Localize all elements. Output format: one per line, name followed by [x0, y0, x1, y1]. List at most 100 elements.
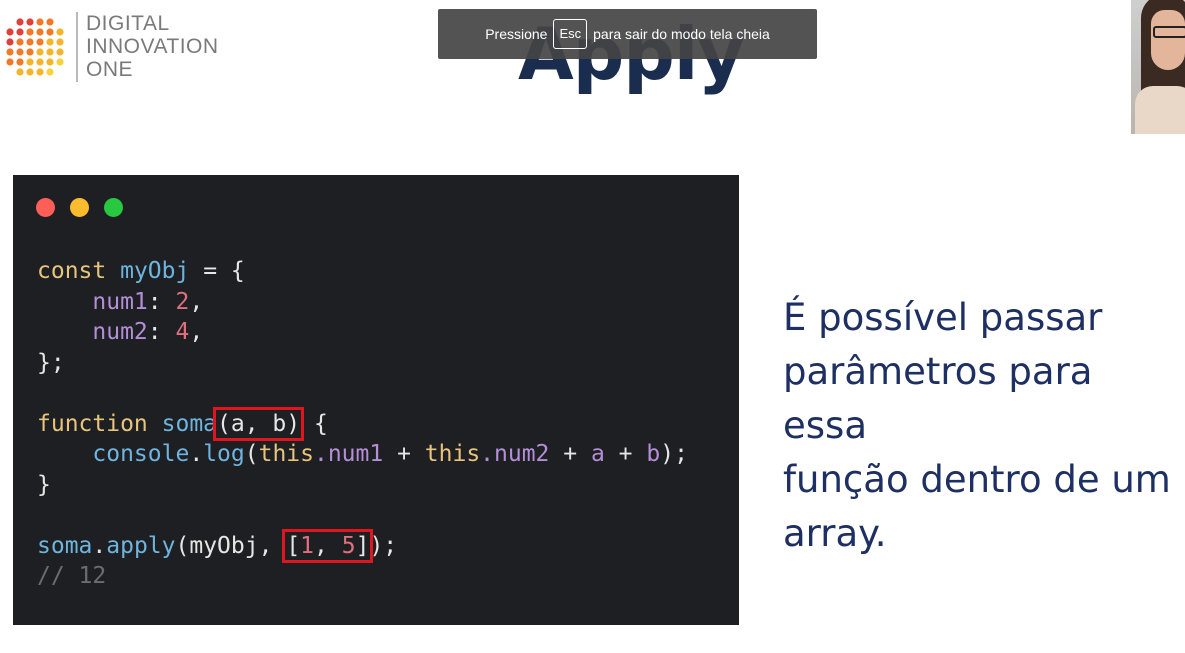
esc-key-badge: Esc [553, 19, 588, 49]
highlighted-array: [1, 5] [282, 528, 374, 563]
code-number: 5 [341, 532, 356, 559]
slide-description: É possível passar parâmetros para essa f… [783, 291, 1183, 561]
code-property: .num1 [313, 441, 384, 467]
logo-dot [36, 48, 44, 56]
logo-dot [26, 58, 34, 66]
code-punct: ] [355, 532, 370, 559]
code-keyword: this [258, 441, 314, 467]
logo-dot [36, 38, 44, 46]
logo-dot [36, 58, 44, 66]
logo-dot [56, 38, 64, 46]
logo-dot [16, 18, 24, 26]
logo-dot [46, 58, 54, 66]
logo-dot [46, 38, 54, 46]
logo-dot [56, 48, 64, 56]
code-punct: [ [286, 532, 301, 559]
code-line-3: num2: 4, [92, 319, 203, 345]
code-snippet-panel: const myObj = { num1: 2, num2: 4, }; fun… [13, 175, 739, 625]
logo-dot [46, 68, 54, 76]
description-line-1: É possível passar [783, 296, 1103, 339]
code-property: .num2 [480, 441, 550, 467]
code-punct: ( [244, 441, 259, 467]
description-line-3: função dentro de um [783, 458, 1171, 501]
code-variable: a [590, 441, 605, 467]
logo-text: DIGITAL INNOVATION ONE [86, 12, 219, 81]
description-line-4: array. [783, 512, 887, 555]
code-punct: . [189, 441, 204, 467]
window-minimize-dot-icon [70, 198, 89, 217]
logo-dot [56, 58, 64, 66]
code-keyword: this [424, 441, 481, 467]
logo-dot [6, 58, 14, 66]
code-punct: = { [189, 258, 245, 284]
logo-dot [46, 48, 54, 56]
toast-text-after: para sair do modo tela cheia [593, 26, 770, 42]
logo-line-1: DIGITAL [86, 12, 170, 35]
logo-dot [16, 38, 24, 46]
code-line-1: const myObj = { [37, 258, 245, 284]
code-line-8: } [37, 471, 51, 498]
logo-dot [16, 68, 24, 76]
code-operator: + [604, 441, 647, 467]
code-punct: ); [369, 532, 398, 559]
code-identifier: console [92, 441, 190, 467]
code-punct: , [189, 288, 204, 315]
code-property: num2 [92, 319, 148, 345]
code-punct: : [147, 288, 176, 315]
code-keyword: function [37, 410, 148, 437]
logo-dot [26, 28, 34, 36]
logo-dots-icon [6, 18, 64, 76]
logo-dot [56, 28, 64, 36]
logo-line-2: INNOVATION [86, 35, 219, 58]
webcam-presenter-body [1135, 86, 1185, 134]
logo-dot [16, 28, 24, 36]
code-argument: myObj [189, 532, 259, 559]
code-punct: ); [660, 441, 688, 467]
logo-dot [36, 18, 44, 26]
logo-dot [26, 38, 34, 46]
webcam-presenter-face [1151, 10, 1185, 70]
webcam-presenter-glasses [1153, 26, 1185, 38]
logo-dot [36, 28, 44, 36]
code-number: 1 [300, 532, 315, 559]
logo-dot [46, 28, 54, 36]
code-identifier: myObj [120, 258, 190, 284]
code-method: apply [106, 532, 176, 559]
logo-dot [46, 18, 54, 26]
logo-dot [6, 28, 14, 36]
highlighted-parameters: (a, b) [213, 406, 305, 441]
code-property: num1 [92, 288, 148, 315]
window-close-dot-icon [36, 198, 55, 217]
logo-line-3: ONE [86, 58, 134, 81]
code-line-10: soma.apply(myObj, [1, 5]); [37, 528, 398, 563]
logo-divider [76, 12, 78, 82]
code-punct: , [189, 319, 204, 345]
code-line-6: function soma(a, b) { [37, 406, 328, 441]
digital-innovation-one-logo: DIGITAL INNOVATION ONE [4, 12, 244, 82]
logo-dot [26, 68, 34, 76]
code-operator: + [549, 441, 591, 467]
code-keyword: const [37, 258, 107, 284]
code-line-2: num1: 2, [92, 289, 203, 315]
logo-dot [6, 48, 14, 56]
logo-dot [16, 48, 24, 56]
code-variable: b [646, 441, 661, 467]
webcam-video [1131, 0, 1185, 134]
code-punct: : [147, 319, 176, 345]
code-line-7: console.log(this.num1 + this.num2 + a + … [92, 441, 688, 467]
code-identifier: soma [161, 410, 218, 437]
code-line-11-comment: // 12 [37, 563, 107, 589]
code-punct: . [92, 532, 107, 559]
logo-dot [26, 18, 34, 26]
code-identifier: soma [37, 532, 93, 559]
code-punct: { [300, 410, 328, 437]
code-number: 4 [175, 319, 190, 345]
logo-dot [16, 58, 24, 66]
fullscreen-exit-notice: Pressione Esc para sair do modo tela che… [438, 9, 817, 59]
code-method: log [203, 441, 245, 467]
code-number: 2 [175, 288, 190, 315]
code-operator: + [383, 441, 425, 467]
code-punct: ( [175, 532, 190, 559]
code-block: const myObj = { num1: 2, num2: 4, }; fun… [37, 256, 688, 592]
logo-dot [6, 38, 14, 46]
